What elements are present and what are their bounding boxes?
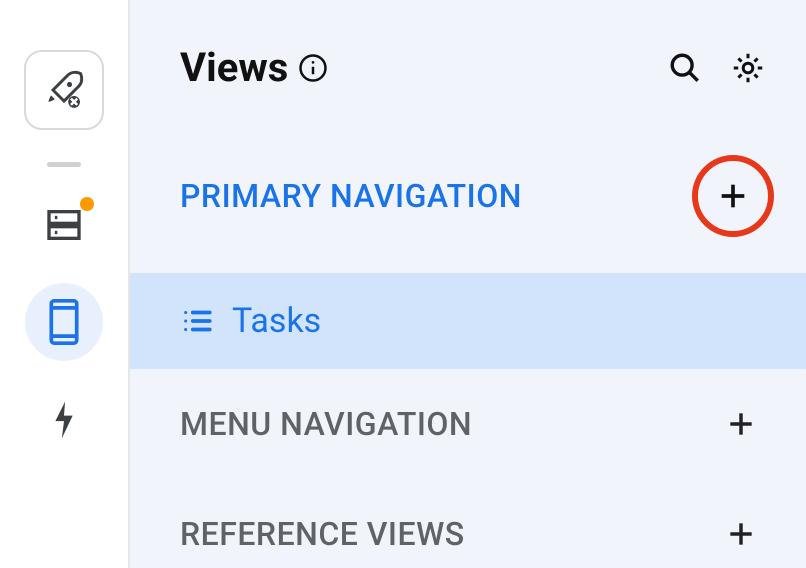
data-tab-button[interactable] — [44, 205, 84, 245]
left-rail — [0, 0, 130, 568]
view-item-tasks[interactable]: Tasks — [130, 273, 806, 369]
lightning-icon — [51, 399, 77, 441]
settings-button[interactable] — [730, 50, 766, 86]
plus-icon — [725, 408, 757, 440]
add-reference-view-button[interactable] — [724, 517, 758, 551]
search-icon — [668, 51, 702, 85]
info-icon[interactable] — [298, 53, 328, 83]
panel-header: Views — [130, 44, 806, 119]
panel-title: Views — [180, 44, 288, 91]
add-menu-view-button[interactable] — [724, 407, 758, 441]
add-primary-view-button[interactable] — [692, 155, 774, 237]
view-item-label: Tasks — [232, 301, 321, 341]
section-label-primary: PRIMARY NAVIGATION — [180, 177, 522, 215]
rocket-icon — [42, 68, 86, 112]
plus-icon — [716, 179, 750, 213]
views-tab-button[interactable] — [25, 283, 103, 361]
automation-tab-button[interactable] — [51, 399, 77, 441]
section-label-menu: MENU NAVIGATION — [180, 405, 472, 443]
server-icon — [44, 205, 84, 245]
section-primary-navigation: PRIMARY NAVIGATION — [130, 119, 806, 273]
gear-icon — [730, 50, 766, 86]
notification-dot — [80, 197, 94, 211]
drag-handle[interactable] — [47, 162, 81, 167]
section-menu-navigation: MENU NAVIGATION — [130, 369, 806, 479]
rocket-launch-button[interactable] — [24, 50, 104, 130]
section-label-reference: REFERENCE VIEWS — [180, 515, 465, 553]
views-panel: Views — [130, 0, 806, 568]
list-icon — [180, 304, 214, 338]
search-button[interactable] — [668, 51, 702, 85]
device-icon — [47, 298, 81, 346]
plus-icon — [725, 518, 757, 550]
section-reference-views: REFERENCE VIEWS — [130, 479, 806, 568]
